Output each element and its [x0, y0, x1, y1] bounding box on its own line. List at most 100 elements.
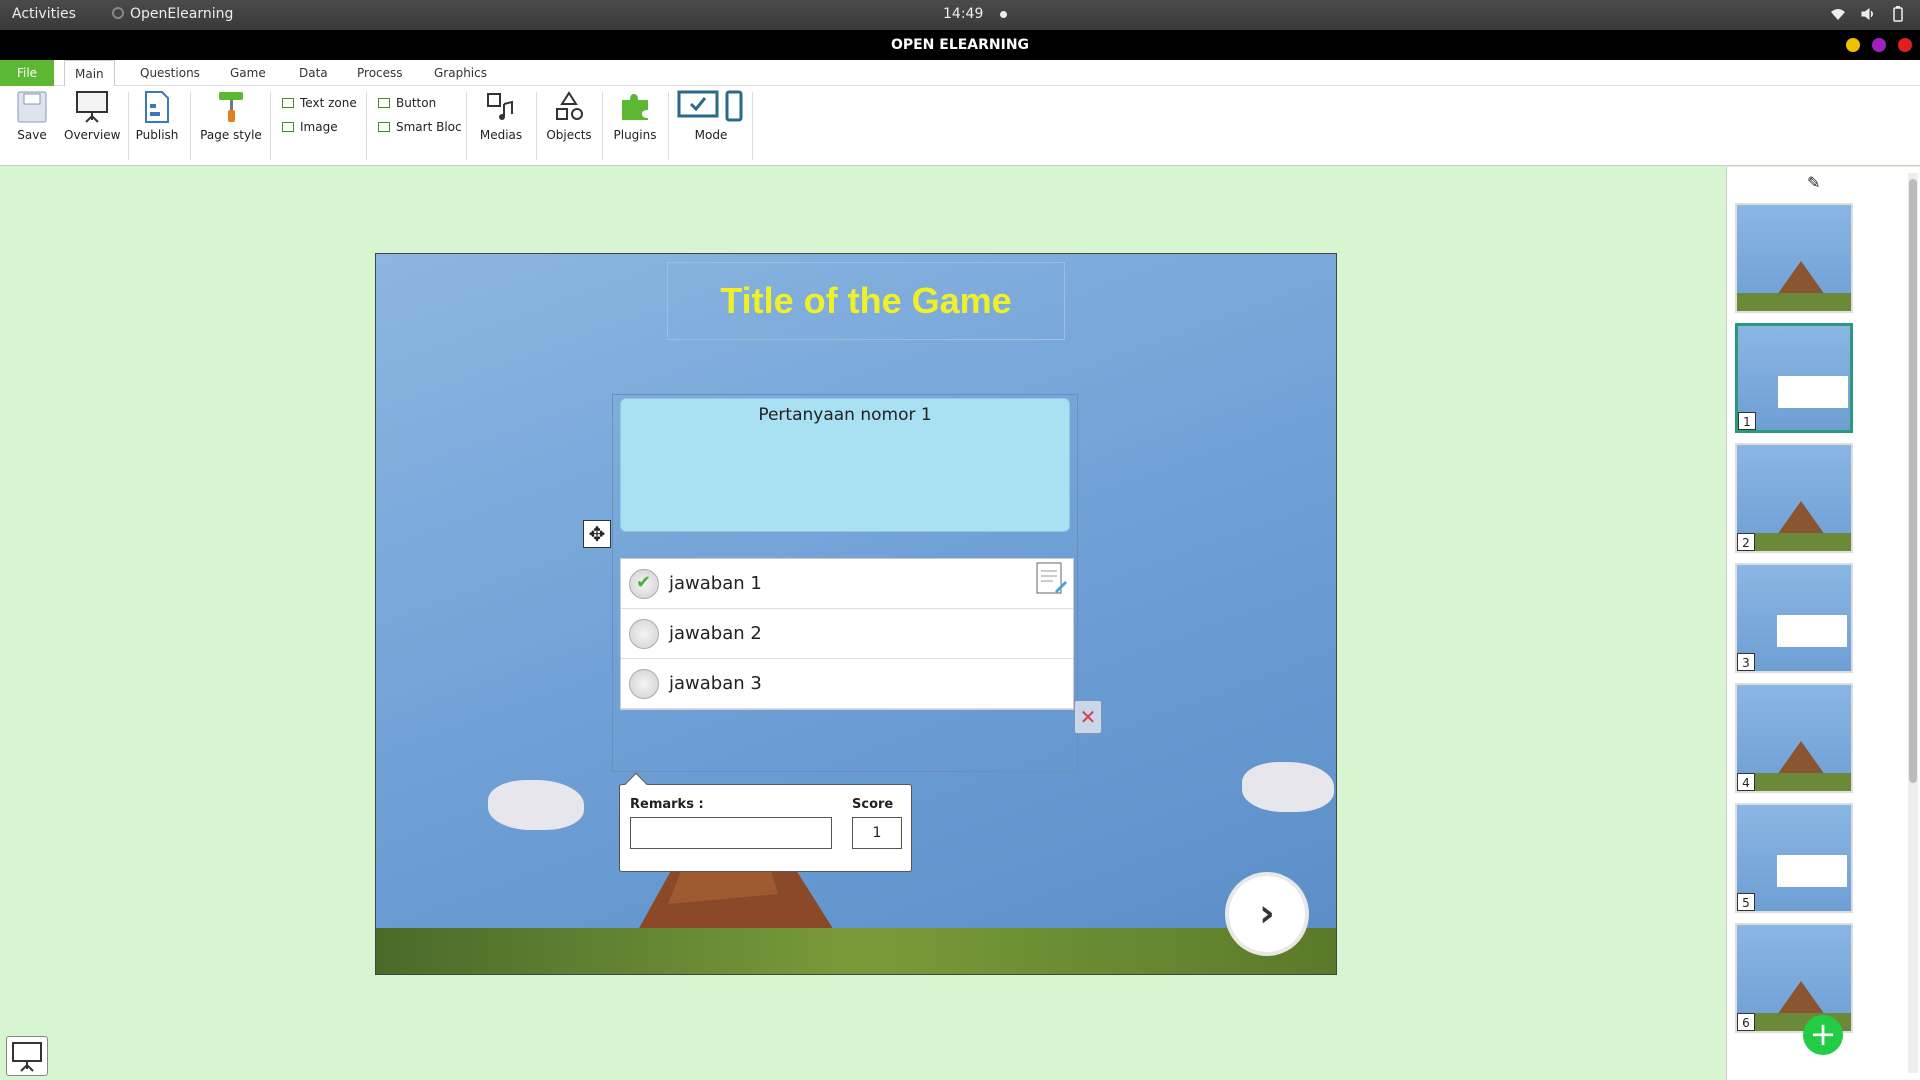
answer-radio-2[interactable]	[629, 618, 659, 649]
add-slide-button[interactable]: +	[1803, 1015, 1843, 1055]
publish-button[interactable]: Publish	[134, 90, 180, 142]
tab-main[interactable]: Main	[64, 60, 115, 86]
slide-thumbnail-4[interactable]: 4	[1735, 683, 1853, 793]
objects-label: Objects	[546, 128, 592, 142]
medias-button[interactable]: Medias	[476, 90, 526, 142]
page-style-button[interactable]: Page style	[200, 90, 262, 142]
question-box[interactable]: Pertanyaan nomor 1	[620, 398, 1070, 532]
slide-canvas[interactable]: Title of the Game Pertanyaan nomor 1 ✥ j…	[375, 253, 1337, 975]
text-zone-button[interactable]: Text zone	[282, 96, 357, 110]
plus-icon: +	[1809, 1015, 1837, 1053]
slide-thumbnail-3[interactable]: 3	[1735, 563, 1853, 673]
answers-thumb	[1778, 376, 1848, 408]
slide-thumbnail-1[interactable]: 1	[1735, 323, 1853, 433]
answer-label-1: jawaban 1	[669, 573, 762, 594]
answer-list: jawaban 1 jawaban 2 jawaban 3	[620, 558, 1074, 710]
mode-button[interactable]: Mode	[676, 90, 746, 142]
edit-document-icon[interactable]	[1033, 561, 1069, 597]
slide-number-2: 2	[1737, 533, 1755, 551]
separator	[366, 92, 367, 160]
remarks-popup: Remarks : Score 1	[619, 772, 912, 872]
plugins-label: Plugins	[613, 128, 657, 142]
close-button[interactable]	[1898, 38, 1912, 52]
remarks-label: Remarks :	[630, 797, 704, 812]
slide-number-4: 4	[1737, 773, 1755, 791]
window-title-bar: OPEN ELEARNING	[0, 30, 1920, 60]
plugins-button[interactable]: Plugins	[610, 90, 660, 142]
answers-thumb	[1777, 855, 1847, 887]
puzzle-icon	[622, 94, 648, 120]
tab-data[interactable]: Data	[289, 60, 338, 86]
answer-option-3[interactable]: jawaban 3	[621, 659, 1073, 709]
button-tool[interactable]: Button	[378, 96, 436, 110]
system-tray[interactable]	[1830, 6, 1906, 22]
scrollbar-thumb[interactable]	[1909, 179, 1917, 783]
paint-roller-icon	[219, 92, 243, 122]
tab-process[interactable]: Process	[347, 60, 413, 86]
clock[interactable]: 14:49	[943, 6, 983, 22]
score-input[interactable]: 1	[852, 817, 902, 849]
separator	[128, 92, 129, 160]
separator	[466, 92, 467, 160]
answer-radio-3[interactable]	[629, 668, 659, 699]
next-arrow-button[interactable]: ›	[1229, 876, 1305, 952]
cloud-decoration	[1242, 762, 1334, 812]
close-question-icon[interactable]: ✕	[1074, 700, 1102, 734]
save-icon	[17, 91, 47, 123]
mountain-thumb	[1777, 261, 1825, 295]
overview-button[interactable]: Overview	[64, 90, 121, 142]
system-top-bar: Activities OpenElearning 14:49	[0, 0, 1920, 30]
slide-thumbnail[interactable]	[1735, 203, 1853, 313]
slide-number-3: 3	[1737, 653, 1755, 671]
text-zone-label: Text zone	[300, 96, 357, 110]
game-title-box[interactable]: Title of the Game	[667, 262, 1065, 340]
slide-number-6: 6	[1737, 1013, 1755, 1031]
notification-dot-icon	[1000, 11, 1007, 18]
maximize-button[interactable]	[1872, 38, 1886, 52]
slide-thumbnail-2[interactable]: 2	[1735, 443, 1853, 553]
app-menu-label: OpenElearning	[130, 6, 234, 22]
answer-radio-1[interactable]	[629, 568, 659, 599]
ground-thumb	[1737, 293, 1851, 311]
separator	[752, 92, 753, 160]
tab-game[interactable]: Game	[220, 60, 276, 86]
presentation-icon	[76, 91, 108, 123]
move-handle-icon[interactable]: ✥	[583, 520, 611, 548]
tab-graphics[interactable]: Graphics	[424, 60, 497, 86]
volume-icon	[1860, 6, 1876, 22]
objects-button[interactable]: Objects	[544, 90, 594, 142]
answers-thumb	[1777, 615, 1847, 647]
chevron-right-icon: ›	[1259, 891, 1275, 935]
slide-number-5: 5	[1737, 893, 1755, 911]
window-title: OPEN ELEARNING	[890, 37, 1030, 53]
pencil-icon[interactable]: ✎	[1807, 173, 1820, 192]
slide-number-1: 1	[1738, 412, 1756, 430]
answer-option-2[interactable]: jawaban 2	[621, 609, 1073, 659]
wifi-icon	[1830, 6, 1846, 22]
image-button[interactable]: Image	[282, 120, 338, 134]
image-label: Image	[300, 120, 338, 134]
app-icon	[112, 7, 124, 19]
game-title: Title of the Game	[720, 280, 1012, 321]
slides-scrollbar[interactable]	[1908, 173, 1918, 1073]
app-menu[interactable]: OpenElearning	[112, 6, 233, 22]
remarks-input[interactable]	[630, 817, 832, 849]
separator	[536, 92, 537, 160]
answer-option-1[interactable]: jawaban 1	[621, 559, 1073, 609]
activities-button[interactable]: Activities	[12, 6, 76, 22]
minimize-button[interactable]	[1846, 38, 1860, 52]
presentation-view-button[interactable]	[6, 1036, 48, 1076]
mountain-thumb	[1777, 981, 1825, 1015]
cloud-decoration	[488, 780, 584, 830]
smart-bloc-button[interactable]: Smart Bloc	[378, 120, 462, 134]
media-icon	[487, 93, 513, 120]
publish-icon	[145, 91, 169, 123]
ribbon-toolbar: Save Overview Publish Page style Text zo…	[0, 86, 1920, 166]
slide-thumbnail-5[interactable]: 5	[1735, 803, 1853, 913]
tab-file[interactable]: File	[0, 60, 54, 86]
mountain-thumb	[1777, 501, 1825, 535]
save-button[interactable]: Save	[14, 90, 50, 142]
mode-label: Mode	[694, 128, 728, 142]
tab-questions[interactable]: Questions	[130, 60, 210, 86]
publish-label: Publish	[135, 128, 179, 142]
